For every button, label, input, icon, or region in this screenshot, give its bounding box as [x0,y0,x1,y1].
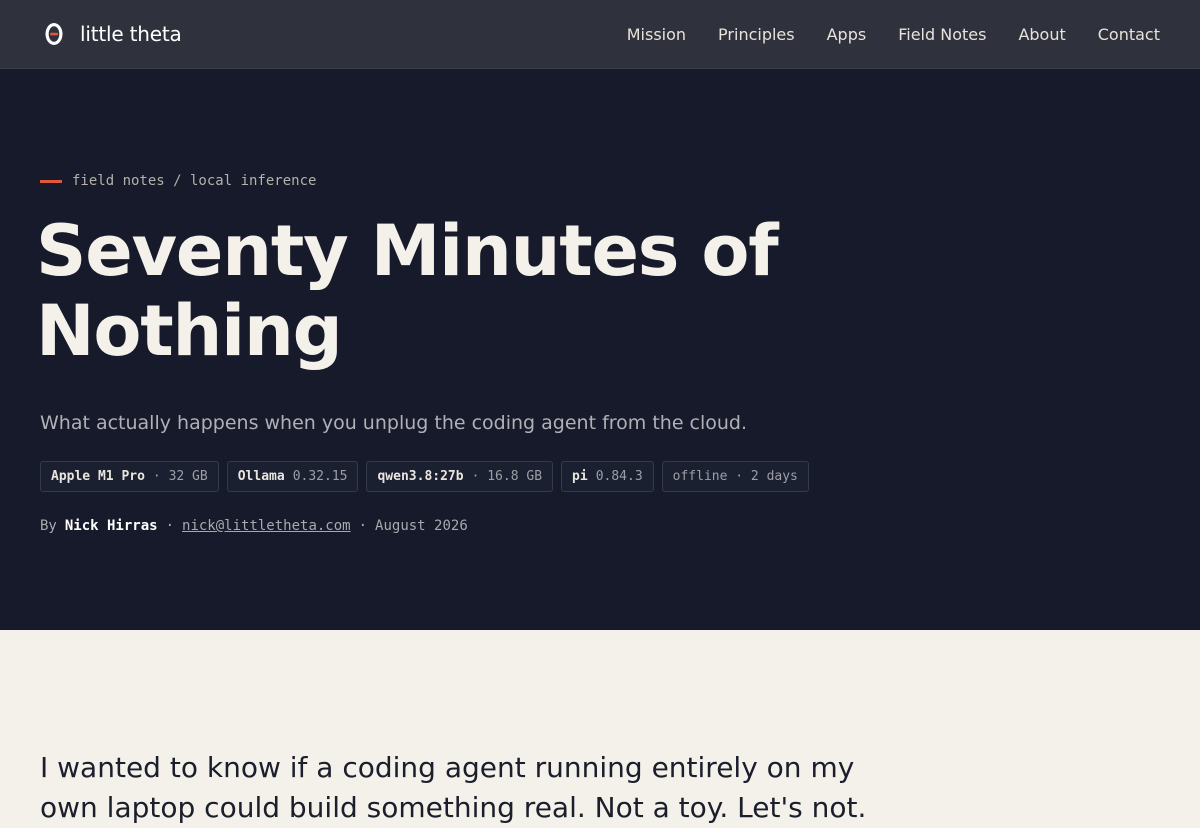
chip-key: Apple M1 Pro [51,469,145,484]
chip-key: pi [572,469,588,484]
nav-link-field-notes[interactable]: Field Notes [898,25,986,44]
nav-link-principles[interactable]: Principles [718,25,795,44]
chip-value: 0.32.15 [292,469,348,484]
author-name: Nick Hirras [64,518,158,534]
subtitle: What actually happens when you unplug th… [40,412,748,434]
nav-link-contact[interactable]: Contact [1098,25,1160,44]
top-nav: little theta Mission Principles Apps Fie… [0,0,1200,69]
chip-value: 0.84.3 [595,469,643,484]
hero: field notes / local inference Seventy Mi… [0,69,1200,630]
chip-runtime: Ollama 0.32.15 [226,461,359,492]
brand-name: little theta [80,22,182,46]
eyebrow-text: field notes / local inference [72,173,317,189]
chip-value: offline · 2 days [672,469,798,484]
nav-link-apps[interactable]: Apps [827,25,867,44]
byline-prefix: By [40,518,57,534]
author-email-link[interactable]: nick@littletheta.com [182,518,351,534]
chip-key: qwen3.8:27b [377,469,464,484]
page-title: Seventy Minutes of Nothing [36,210,779,372]
nav-link-about[interactable]: About [1018,25,1065,44]
article-lead: I wanted to know if a coding agent runni… [40,751,867,824]
chip-key: Ollama [237,469,285,484]
byline: By Nick Hirras · nick@littletheta.com · … [40,518,468,534]
chip-model: qwen3.8:27b · 16.8 GB [366,461,554,492]
chip-hardware: Apple M1 Pro · 32 GB [40,461,219,492]
nav-links: Mission Principles Apps Field Notes Abou… [627,25,1160,44]
accent-bar [40,179,62,183]
publish-date: August 2026 [375,518,468,534]
chip-offline: offline · 2 days [661,461,809,492]
spec-chips: Apple M1 Pro · 32 GB Ollama 0.32.15 qwen… [40,461,809,492]
chip-agent: pi 0.84.3 [561,461,654,492]
chip-value: · 16.8 GB [471,469,543,484]
little-theta-logo-icon [40,20,68,48]
brand[interactable]: little theta [40,20,182,48]
byline-separator: · [165,518,175,534]
byline-separator: · [358,518,368,534]
chip-value: · 32 GB [152,469,208,484]
eyebrow: field notes / local inference [40,173,316,189]
nav-link-mission[interactable]: Mission [627,25,686,44]
